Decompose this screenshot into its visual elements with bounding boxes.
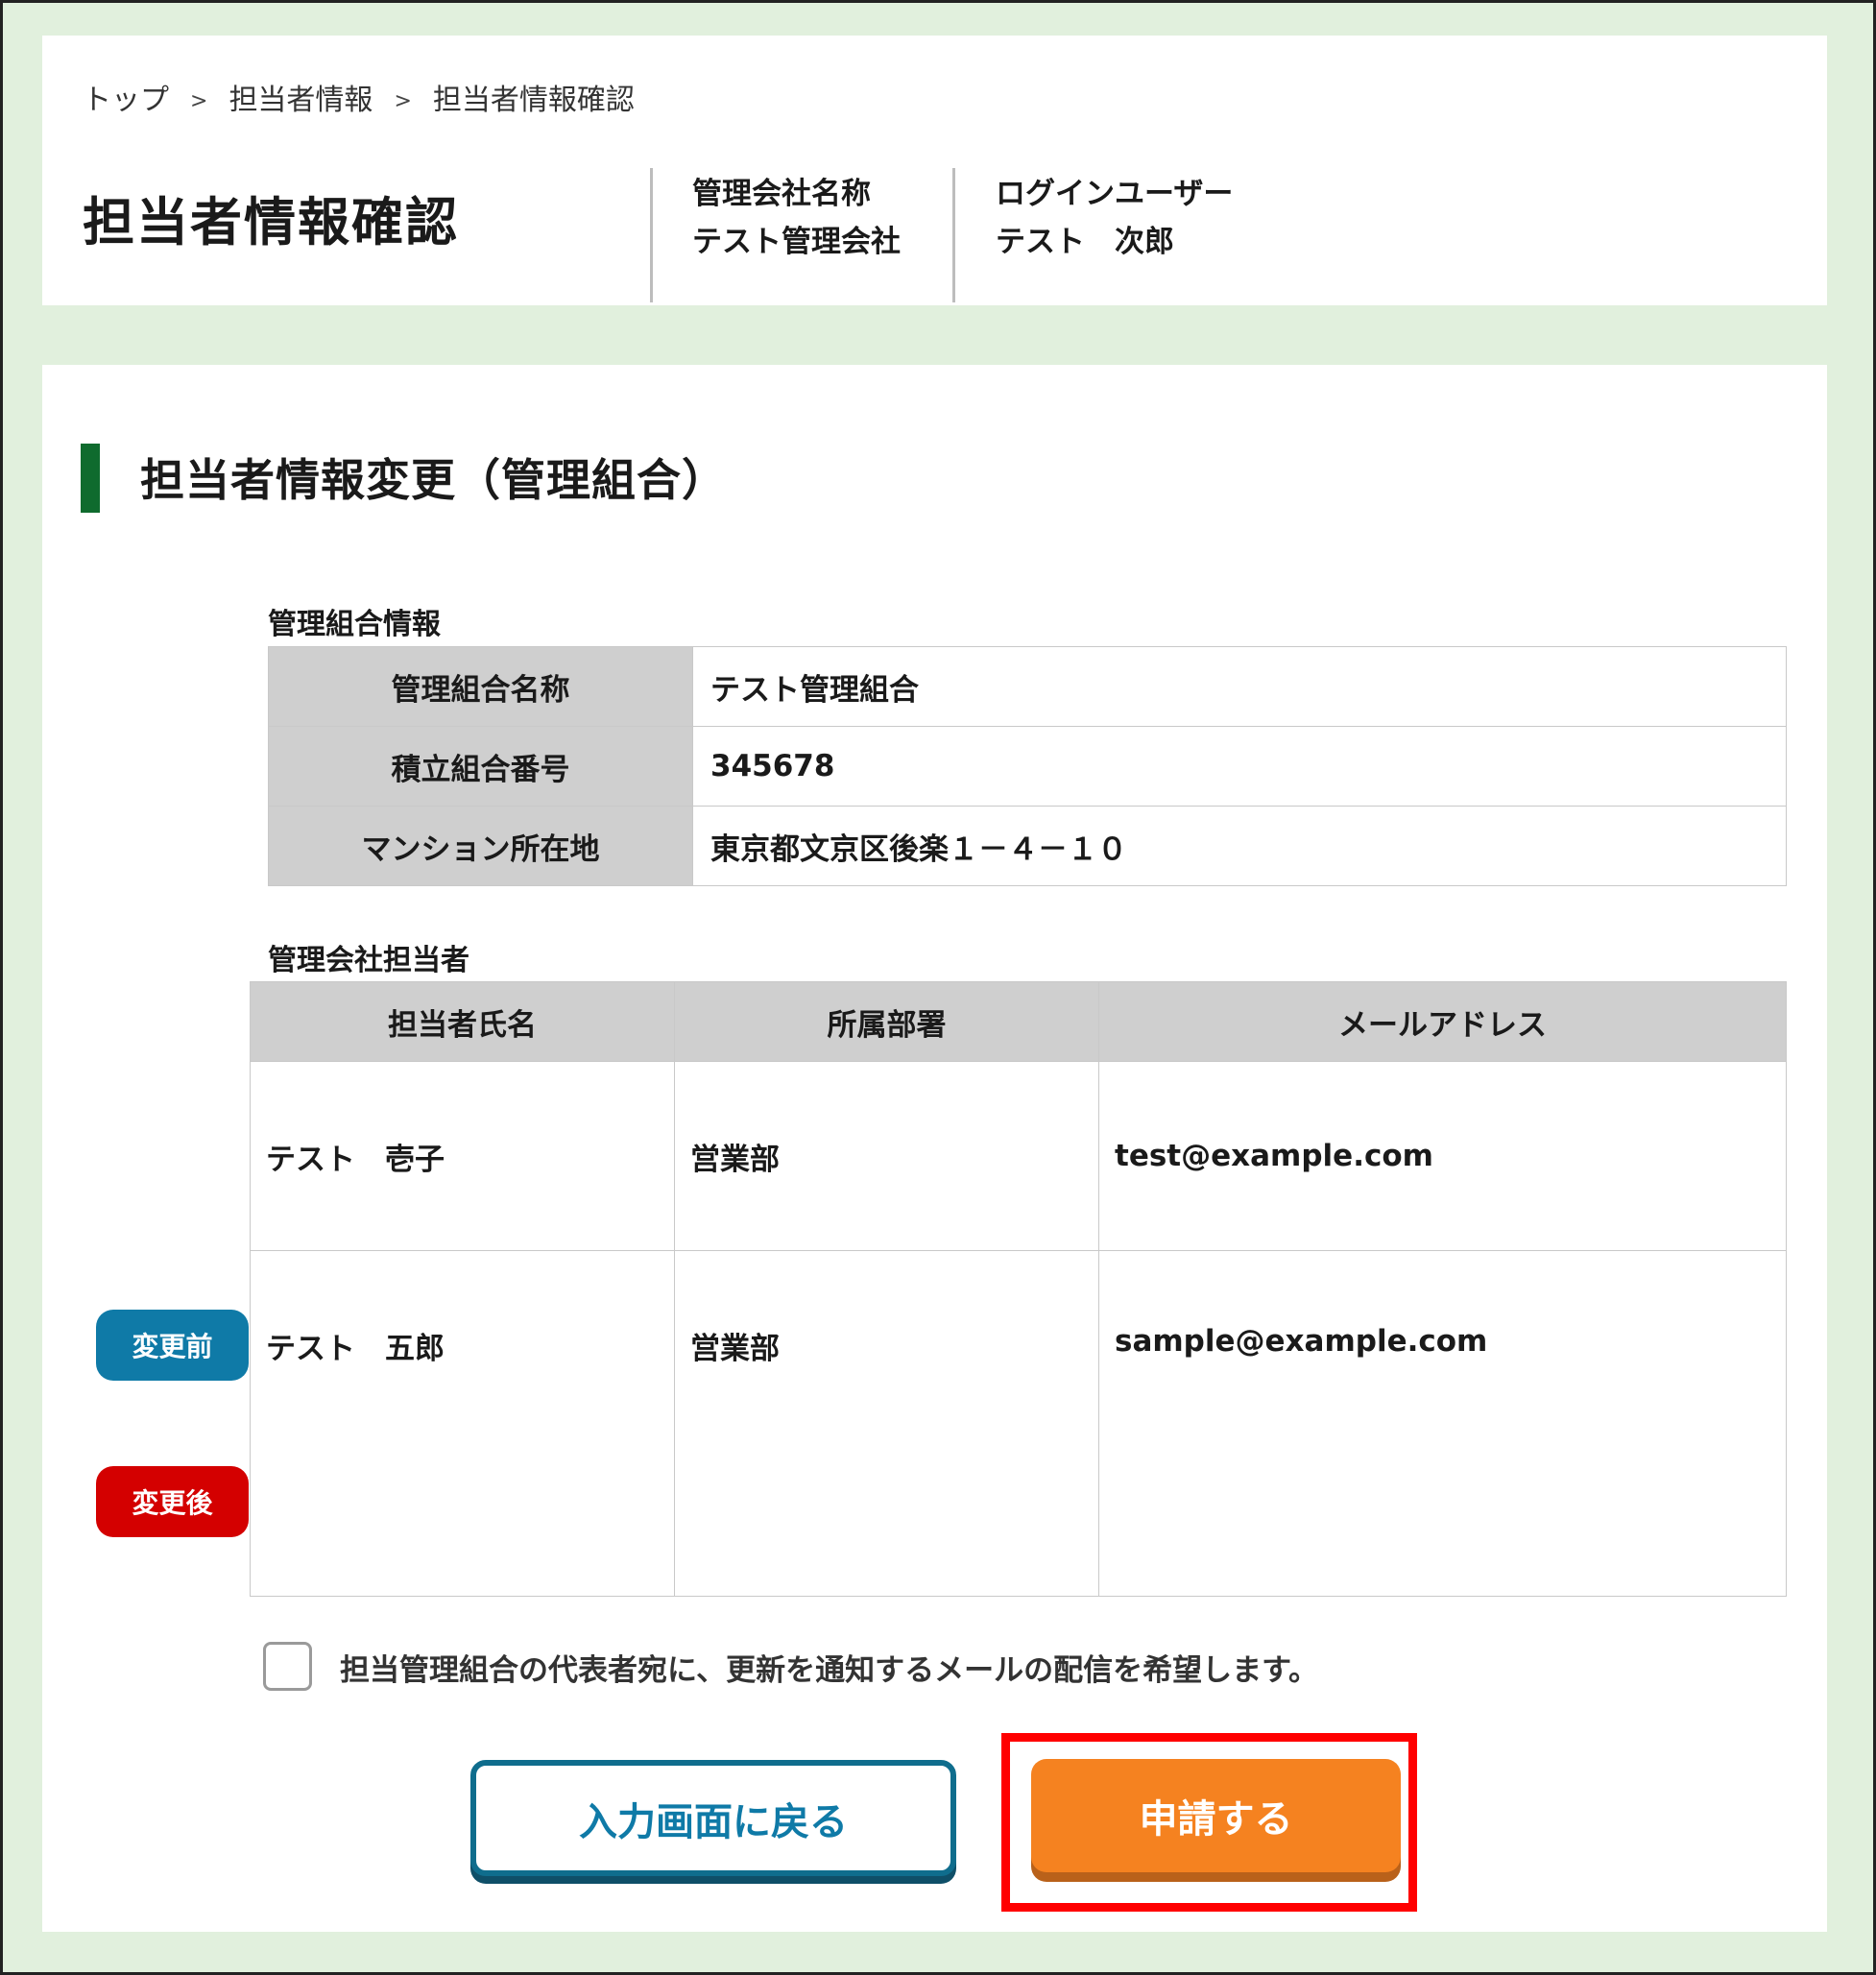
staff-email-cell: sample@example.com — [1098, 1250, 1787, 1597]
breadcrumb: トップ > 担当者情報 > 担当者情報確認 — [83, 76, 635, 118]
mansion-address-value: 東京都文京区後楽１－４－１０ — [692, 806, 1787, 886]
union-number-value: 345678 — [692, 726, 1787, 807]
column-header-name: 担当者氏名 — [250, 981, 675, 1062]
company-value: テスト管理会社 — [692, 225, 901, 259]
back-to-input-button[interactable]: 入力画面に戻る — [470, 1760, 956, 1876]
table-row: マンション所在地 東京都文京区後楽１－４－１０ — [268, 806, 1787, 886]
staff-dept-cell: 営業部 — [674, 1250, 1099, 1597]
table-row: 積立組合番号 345678 — [268, 726, 1787, 807]
union-name-header: 管理組合名称 — [268, 646, 693, 727]
table-row: テスト 五郎 営業部 sample@example.com — [250, 1250, 1787, 1597]
table-header-row: 担当者氏名 所属部署 メールアドレス — [250, 981, 1787, 1062]
breadcrumb-separator: > — [190, 88, 208, 113]
login-user-value: テスト 次郎 — [996, 225, 1174, 259]
staff-name-cell: テスト 壱子 — [250, 1061, 675, 1251]
staff-email-cell: test@example.com — [1098, 1061, 1787, 1251]
staff-dept-cell: 営業部 — [674, 1061, 1099, 1251]
notify-checkbox[interactable] — [263, 1642, 312, 1691]
mansion-address-header: マンション所在地 — [268, 806, 693, 886]
breadcrumb-top-link[interactable]: トップ — [83, 76, 169, 118]
header-divider — [952, 168, 955, 302]
union-number-header: 積立組合番号 — [268, 726, 693, 807]
company-label: 管理会社名称 — [692, 177, 871, 211]
header-panel: トップ > 担当者情報 > 担当者情報確認 担当者情報確認 管理会社名称 テスト… — [42, 36, 1827, 305]
login-user-info: ログインユーザー テスト 次郎 — [996, 170, 1233, 266]
login-user-label: ログインユーザー — [996, 177, 1234, 211]
column-header-email: メールアドレス — [1098, 981, 1787, 1062]
main-panel: 担当者情報変更（管理組合） 管理組合情報 管理組合名称 テスト管理組合 積立組合… — [42, 365, 1827, 1932]
column-header-dept: 所属部署 — [674, 981, 1099, 1062]
after-change-badge: 変更後 — [96, 1466, 249, 1537]
before-change-badge: 変更前 — [96, 1310, 249, 1381]
staff-name-cell: テスト 五郎 — [250, 1250, 675, 1597]
company-info: 管理会社名称 テスト管理会社 — [692, 170, 901, 266]
union-info-table: 管理組合名称 テスト管理組合 積立組合番号 345678 マンション所在地 東京… — [268, 646, 1787, 886]
header-divider — [650, 168, 653, 302]
staff-label: 管理会社担当者 — [268, 944, 469, 977]
breadcrumb-current: 担当者情報確認 — [432, 84, 635, 117]
breadcrumb-separator: > — [394, 88, 412, 113]
page-title: 担当者情報確認 — [83, 192, 459, 253]
staff-table: 担当者氏名 所属部署 メールアドレス テスト 壱子 営業部 test@examp… — [250, 981, 1787, 1597]
breadcrumb-staff-info-link[interactable]: 担当者情報 — [228, 76, 373, 118]
table-row: テスト 壱子 営業部 test@example.com — [250, 1061, 1787, 1251]
union-info-label: 管理組合情報 — [268, 608, 441, 641]
table-row: 管理組合名称 テスト管理組合 — [268, 646, 1787, 727]
section-accent-bar — [81, 444, 100, 513]
union-name-value: テスト管理組合 — [692, 646, 1787, 727]
notify-checkbox-label[interactable]: 担当管理組合の代表者宛に、更新を通知するメールの配信を希望します。 — [340, 1646, 1318, 1689]
section-title: 担当者情報変更（管理組合） — [140, 454, 727, 506]
submit-button[interactable]: 申請する — [1031, 1759, 1401, 1872]
